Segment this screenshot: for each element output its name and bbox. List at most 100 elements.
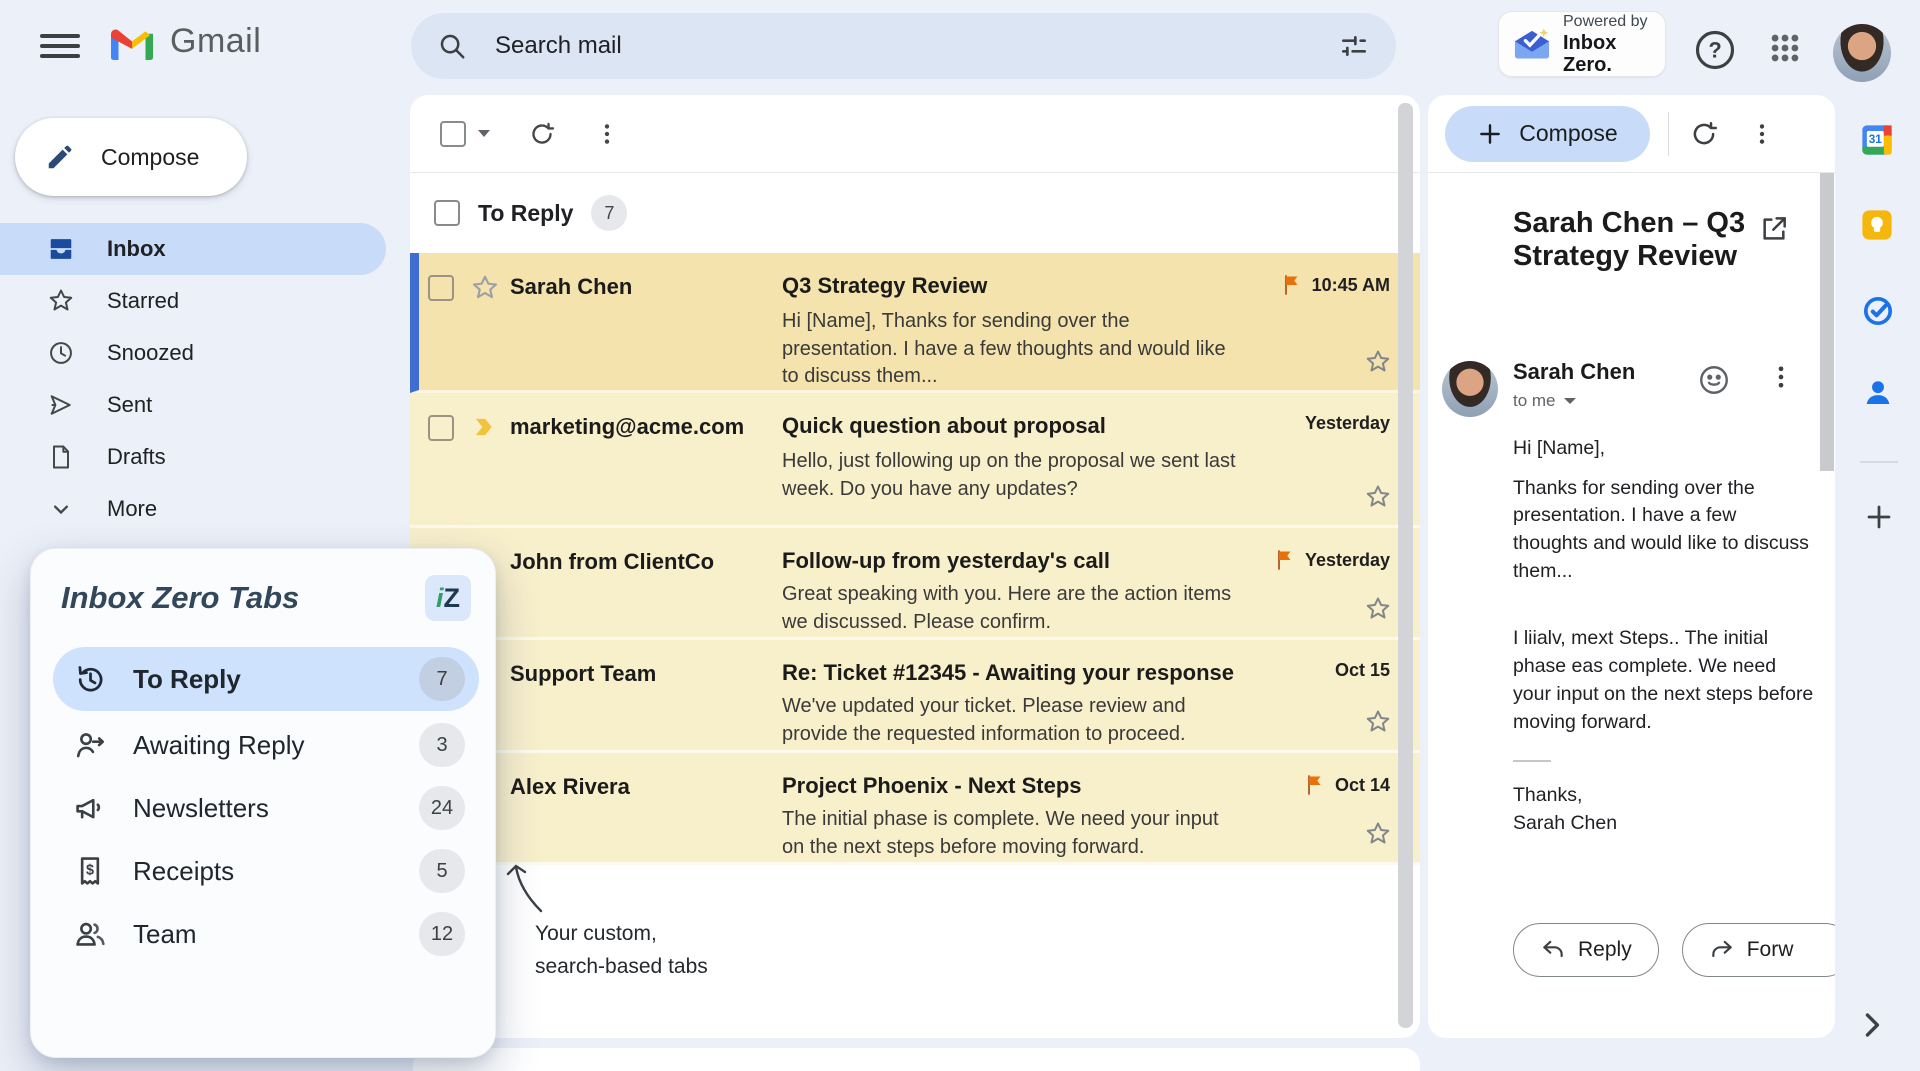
row-checkbox[interactable] [428,415,454,441]
email-row[interactable]: marketing@acme.com Quick question about … [410,393,1420,528]
search-bar[interactable]: Search mail [411,13,1396,79]
sidebar-item-inbox[interactable]: Inbox [0,223,386,275]
gmail-brand-text: Gmail [170,22,261,61]
body-greeting: Hi [Name], [1513,435,1815,463]
help-icon[interactable]: ? [1694,29,1736,71]
email-row[interactable]: Support Team Re: Ticket #12345 - Awaitin… [410,640,1420,753]
tab-awaiting-reply[interactable]: Awaiting Reply 3 [53,716,479,774]
keep-icon[interactable] [1859,207,1895,243]
tab-label: Awaiting Reply [133,730,393,761]
tab-receipts[interactable]: $ Receipts 5 [53,842,479,900]
reply-arrow-icon [1540,937,1566,963]
inbox-zero-product-text: Inbox Zero. [1563,32,1653,76]
sidebar-item-label: Drafts [107,444,166,470]
email-snippet: We've updated your ticket. Please review… [782,693,1240,748]
compose-button[interactable]: Compose [15,118,247,196]
flag-icon[interactable] [1273,548,1297,572]
more-options-icon[interactable] [1749,121,1775,147]
gmail-logo: Gmail [108,22,261,61]
refresh-icon[interactable] [528,120,556,148]
select-dropdown-caret[interactable] [478,130,490,137]
tab-count-badge: 24 [419,786,465,830]
select-all-checkbox[interactable] [440,121,466,147]
email-time: Oct 14 [1335,775,1390,796]
tab-to-reply[interactable]: To Reply 7 [53,647,479,711]
sidebar-item-more[interactable]: More [0,483,410,535]
email-snippet: Great speaking with you. Here are the ac… [782,581,1240,636]
sidebar-item-sent[interactable]: Sent [0,379,410,431]
svg-text:$: $ [86,862,94,878]
collapse-panel-chevron[interactable] [1854,1008,1888,1042]
email-row[interactable]: Alex Rivera Project Phoenix - Next Steps… [410,753,1420,865]
email-subject: Project Phoenix - Next Steps [782,773,1240,799]
sidebar-item-label: Inbox [107,236,166,262]
flag-icon[interactable] [1303,773,1327,797]
reading-pane-toolbar: Compose [1428,95,1835,173]
email-snippet: The initial phase is complete. We need y… [782,806,1240,861]
search-input[interactable]: Search mail [495,32,1338,60]
email-snippet: Hi [Name], Thanks for sending over the p… [782,308,1240,391]
to-reply-section-header: To Reply 7 [410,173,1420,253]
body-closing: Thanks, [1513,782,1815,810]
sender-avatar[interactable] [1442,361,1498,417]
sidebar-item-starred[interactable]: Starred [0,275,410,327]
inbox-zero-tabs-panel: Inbox Zero Tabs iZ To Reply 7 Awaiting R… [30,548,496,1058]
email-row[interactable]: Sarah Chen Q3 Strategy Review Hi [Name],… [410,253,1420,393]
signature-divider [1513,760,1551,762]
tab-count-badge: 7 [419,657,465,701]
star-icon[interactable] [1364,820,1392,848]
megaphone-icon [73,791,107,825]
email-time: Yesterday [1305,413,1390,434]
add-addon-icon[interactable] [1864,502,1894,532]
section-checkbox[interactable] [434,200,460,226]
recipient-dropdown[interactable]: to me [1513,391,1576,411]
tasks-icon[interactable] [1861,294,1895,328]
flag-icon[interactable] [1280,273,1304,297]
star-icon[interactable] [1364,595,1392,623]
tab-newsletters[interactable]: Newsletters 24 [53,779,479,837]
sidebar-item-label: Snoozed [107,340,194,366]
inbox-icon [47,235,75,263]
compose-button[interactable]: Compose [1445,106,1650,162]
reply-button[interactable]: Reply [1513,923,1659,977]
person-arrow-icon [73,728,107,762]
hamburger-menu-button[interactable] [40,26,80,66]
contacts-icon[interactable] [1861,375,1895,409]
clock-icon [47,339,75,367]
draft-icon [47,443,75,471]
row-checkbox[interactable] [428,275,454,301]
search-icon[interactable] [437,31,467,61]
mail-list-scrollbar[interactable] [1398,103,1413,1028]
tab-team[interactable]: Team 12 [53,905,479,963]
search-options-icon[interactable] [1338,30,1370,62]
forward-button[interactable]: Forw [1682,923,1835,977]
google-apps-grid-icon[interactable] [1768,31,1802,65]
body-signature: Sarah Chen [1513,810,1815,838]
star-icon[interactable] [1364,483,1392,511]
calendar-icon[interactable]: 31 [1859,122,1895,158]
refresh-icon[interactable] [1689,119,1719,149]
account-avatar[interactable] [1833,24,1891,82]
message-body: Hi [Name], Thanks for sending over the p… [1513,435,1815,838]
tab-label: To Reply [133,664,393,695]
email-time: Oct 15 [1335,660,1390,681]
sidebar-item-snoozed[interactable]: Snoozed [0,327,410,379]
star-icon[interactable] [470,273,504,303]
email-subject: Quick question about proposal [782,413,1240,439]
star-icon[interactable] [1364,348,1392,376]
email-row[interactable]: John from ClientCo Follow-up from yester… [410,528,1420,640]
more-options-icon[interactable] [1767,363,1795,391]
more-options-icon[interactable] [594,121,620,147]
reading-pane-scrollbar[interactable] [1820,173,1834,471]
open-in-new-icon[interactable] [1758,213,1790,245]
email-sender: Alex Rivera [510,773,782,800]
powered-by-inbox-zero-badge[interactable]: Powered by Inbox Zero. [1498,11,1666,77]
emoji-reaction-icon[interactable] [1697,363,1731,397]
star-icon[interactable] [1364,708,1392,736]
tab-count-badge: 5 [419,849,465,893]
sidebar-item-label: Starred [107,288,179,314]
tab-count-badge: 3 [419,723,465,767]
sidebar-item-label: Sent [107,392,152,418]
sidebar-item-drafts[interactable]: Drafts [0,431,410,483]
email-rows: Sarah Chen Q3 Strategy Review Hi [Name],… [410,253,1420,865]
